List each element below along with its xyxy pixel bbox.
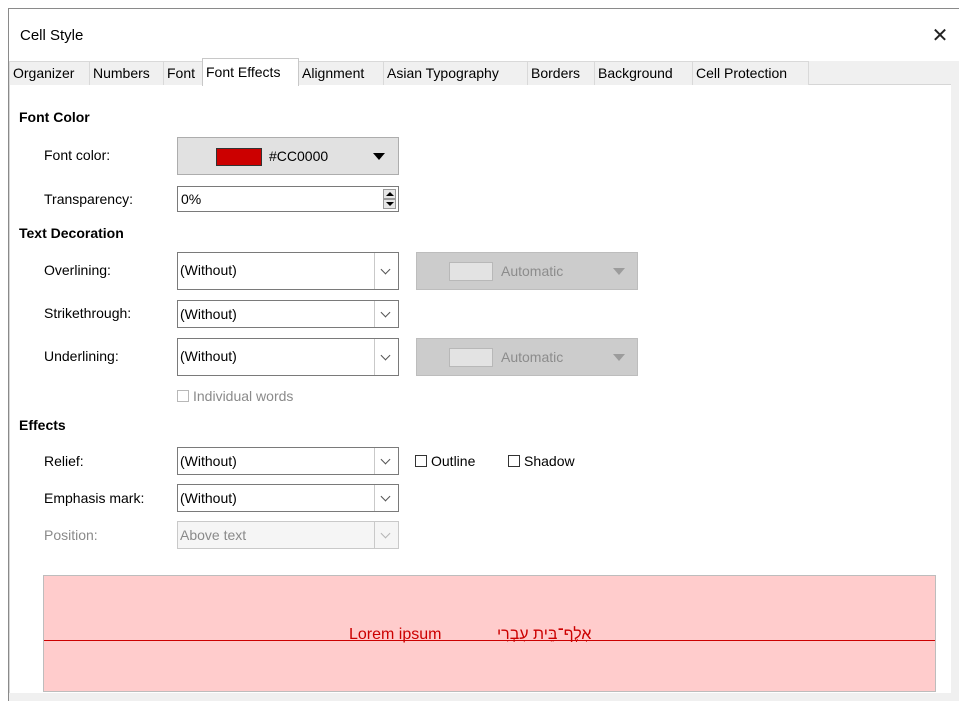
chevron-down-icon [373,153,385,160]
preview-hebrew-text: אָלֶף־בֵּית עִבְרִי [497,626,592,643]
individual-words-checkbox: Individual words [177,388,293,404]
underlining-select[interactable]: (Without) [177,338,399,376]
tab-font[interactable]: Font [163,61,203,85]
spin-down-icon[interactable] [383,199,396,209]
shadow-label: Shadow [524,453,575,469]
preview-latin-text: Lorem ipsum [349,626,442,643]
individual-words-label: Individual words [193,388,294,404]
preview-baseline [44,640,935,641]
overlining-select[interactable]: (Without) [177,252,399,290]
underlining-label: Underlining: [44,348,119,364]
text-decoration-heading: Text Decoration [19,225,124,241]
chevron-down-icon[interactable] [374,339,398,375]
underlining-value: (Without) [180,348,237,364]
checkbox-icon [177,390,189,402]
position-label: Position: [44,527,98,543]
tab-numbers[interactable]: Numbers [89,61,164,85]
font-color-value: #CC0000 [269,148,329,164]
strikethrough-label: Strikethrough: [44,305,132,321]
chevron-down-icon [613,268,625,275]
shadow-checkbox[interactable]: Shadow [508,453,575,469]
checkbox-icon [508,455,520,467]
outline-label: Outline [431,453,476,469]
underline-color-value: Automatic [501,349,564,365]
overline-color-value: Automatic [501,263,564,279]
emphasis-mark-label: Emphasis mark: [44,490,145,506]
underline-color-dropdown: Automatic [416,338,638,376]
transparency-value: 0% [181,191,202,207]
emphasis-mark-value: (Without) [180,490,237,506]
transparency-spinbox[interactable]: 0% [177,186,399,212]
preview-box: Lorem ipsum אָלֶף־בֵּית עִבְרִי [43,575,936,692]
overline-color-dropdown: Automatic [416,252,638,290]
color-swatch [449,348,493,367]
chevron-down-icon [613,354,625,361]
tab-organizer[interactable]: Organizer [9,61,90,85]
position-select: Above text [177,521,399,549]
effects-heading: Effects [19,417,66,433]
strikethrough-value: (Without) [180,306,237,322]
tab-font-effects[interactable]: Font Effects [202,58,299,86]
tab-cell-protection[interactable]: Cell Protection [692,61,809,85]
font-color-heading: Font Color [19,109,90,125]
chevron-down-icon[interactable] [374,253,398,289]
color-swatch [449,262,493,281]
chevron-down-icon[interactable] [374,448,398,474]
tab-background[interactable]: Background [594,61,693,85]
tab-alignment[interactable]: Alignment [298,61,384,85]
close-icon: ✕ [931,24,949,47]
emphasis-mark-select[interactable]: (Without) [177,484,399,512]
font-color-label: Font color: [44,147,111,163]
tab-borders[interactable]: Borders [527,61,595,85]
spin-up-icon[interactable] [383,189,396,199]
dialog-title: Cell Style [20,27,84,44]
tab-asian-typography[interactable]: Asian Typography [383,61,528,85]
relief-value: (Without) [180,453,237,469]
relief-label: Relief: [44,453,84,469]
checkbox-icon [415,455,427,467]
title-bar: Cell Style ✕ [9,9,959,61]
font-color-dropdown[interactable]: #CC0000 [177,137,399,175]
chevron-down-icon[interactable] [374,485,398,511]
color-swatch [216,148,262,166]
tab-bar: Organizer Numbers Font Font Effects Alig… [9,58,951,86]
chevron-down-icon[interactable] [374,301,398,327]
close-button[interactable]: ✕ [920,19,959,51]
relief-select[interactable]: (Without) [177,447,399,475]
position-value: Above text [180,527,247,543]
chevron-down-icon [374,522,398,548]
overlining-label: Overlining: [44,262,111,278]
overlining-value: (Without) [180,262,237,278]
transparency-label: Transparency: [44,191,133,207]
outline-checkbox[interactable]: Outline [415,453,475,469]
strikethrough-select[interactable]: (Without) [177,300,399,328]
